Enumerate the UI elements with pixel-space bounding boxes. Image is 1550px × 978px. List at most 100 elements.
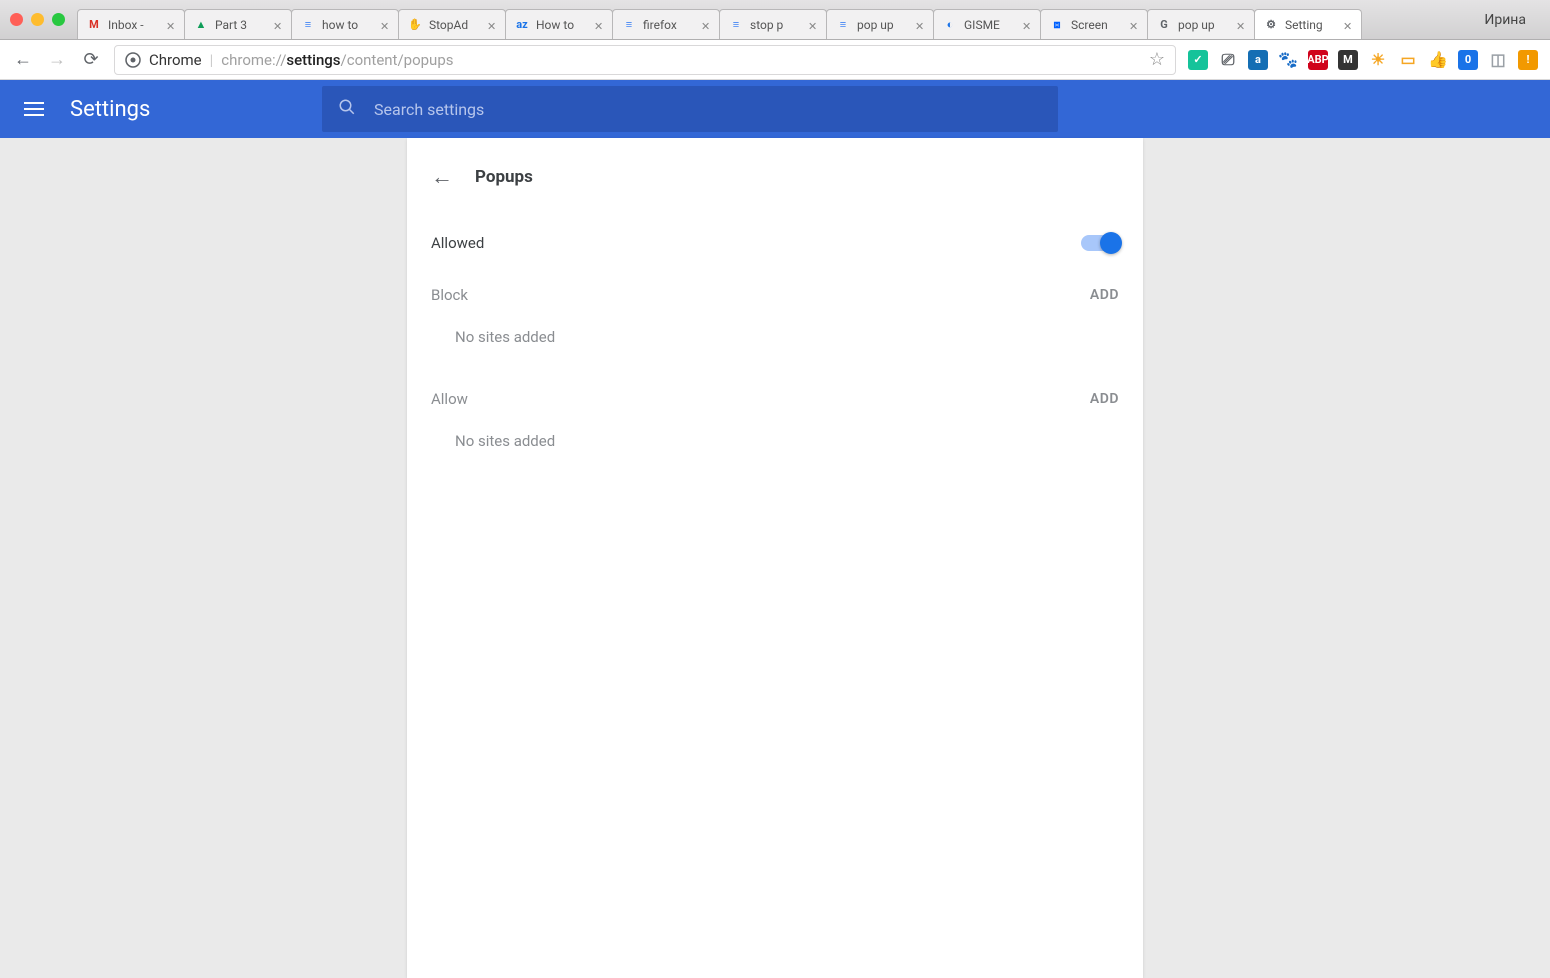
settings-search-input[interactable] [374, 100, 1042, 119]
tab-label: GISME [964, 18, 1016, 32]
tab-close-icon[interactable]: ✕ [1236, 20, 1246, 30]
window-titlebar: M Inbox - ✕ ▲ Part 3 ✕ ≡ how to ✕ ✋ StopAd ✕ az How t… [0, 0, 1550, 40]
tab-favicon: ✋ [407, 17, 423, 33]
allowed-toggle-row: Allowed [407, 216, 1143, 270]
traffic-lights [10, 13, 65, 26]
tab-close-icon[interactable]: ✕ [166, 20, 176, 30]
empty-state-text: No sites added [407, 310, 1143, 374]
forward-button[interactable]: → [46, 49, 68, 70]
tab-close-icon[interactable]: ✕ [808, 20, 818, 30]
amazon-icon[interactable]: a [1248, 50, 1268, 70]
empty-state-text: No sites added [407, 414, 1143, 478]
thumb-icon[interactable]: 👍 [1428, 50, 1448, 70]
add-button[interactable]: ADD [1090, 391, 1119, 407]
maximize-window-button[interactable] [52, 13, 65, 26]
url-text: chrome://settings/content/popups [221, 51, 453, 69]
warn-icon[interactable]: ! [1518, 50, 1538, 70]
settings-title: Settings [70, 97, 150, 122]
browser-tab[interactable]: M Inbox - ✕ [77, 9, 185, 39]
tab-label: Inbox - [108, 18, 160, 32]
archive-icon[interactable]: ◫ [1488, 50, 1508, 70]
tab-favicon: ⧈ [1049, 17, 1065, 33]
omnibox-separator: | [210, 51, 214, 69]
close-window-button[interactable] [10, 13, 23, 26]
abp-icon[interactable]: ABP [1308, 50, 1328, 70]
tab-close-icon[interactable]: ✕ [273, 20, 283, 30]
settings-canvas: ← Popups Allowed BlockADDNo sites addedA… [0, 138, 1550, 978]
grammarly-icon[interactable]: ✓ [1188, 50, 1208, 70]
browser-tab[interactable]: az How to ✕ [505, 9, 613, 39]
search-icon [338, 98, 356, 121]
browser-tab[interactable]: ≡ stop p ✕ [719, 9, 827, 39]
tab-favicon: ≡ [621, 17, 637, 33]
tab-favicon: ≡ [300, 17, 316, 33]
tab-close-icon[interactable]: ✕ [1129, 20, 1139, 30]
allowed-toggle[interactable] [1081, 235, 1119, 251]
tab-label: how to [322, 18, 374, 32]
rec-icon[interactable]: ▭ [1398, 50, 1418, 70]
browser-tab[interactable]: ✋ StopAd ✕ [398, 9, 506, 39]
minimize-window-button[interactable] [31, 13, 44, 26]
browser-tab[interactable]: ◐ GISME ✕ [933, 9, 1041, 39]
tab-favicon: ≡ [728, 17, 744, 33]
tag-icon[interactable]: 0 [1458, 50, 1478, 70]
tab-close-icon[interactable]: ✕ [594, 20, 604, 30]
tab-favicon: M [86, 17, 102, 33]
sun-icon[interactable]: ☀ [1368, 50, 1388, 70]
tab-label: Setting [1285, 18, 1337, 32]
cast-icon[interactable]: ⎚ [1218, 50, 1238, 70]
back-button[interactable]: ← [12, 49, 34, 70]
address-bar[interactable]: Chrome | chrome://settings/content/popup… [114, 45, 1176, 75]
settings-header: Settings [0, 80, 1550, 138]
tab-label: Screen [1071, 18, 1123, 32]
section-header: Allow ADD [407, 374, 1143, 414]
tab-close-icon[interactable]: ✕ [1343, 20, 1353, 30]
tab-favicon: ◐ [942, 17, 958, 33]
allowed-label: Allowed [431, 234, 484, 252]
section-label: Block [431, 286, 468, 304]
section-label: Allow [431, 390, 468, 408]
tab-label: firefox [643, 18, 695, 32]
tab-close-icon[interactable]: ✕ [915, 20, 925, 30]
tab-close-icon[interactable]: ✕ [701, 20, 711, 30]
chrome-origin-icon [125, 52, 141, 68]
browser-tab[interactable]: ▲ Part 3 ✕ [184, 9, 292, 39]
tab-favicon: az [514, 17, 530, 33]
tab-label: pop up [1178, 18, 1230, 32]
section-header: Block ADD [407, 270, 1143, 310]
browser-tab[interactable]: ⚙ Setting ✕ [1254, 9, 1362, 39]
add-button[interactable]: ADD [1090, 287, 1119, 303]
panel-back-button[interactable]: ← [431, 164, 453, 190]
reload-button[interactable]: ⟳ [80, 49, 102, 70]
extension-row: ✓ ⎚ a 🐾 ABP M ☀ ▭ 👍 0 ◫! [1188, 50, 1538, 70]
tab-favicon: G [1156, 17, 1172, 33]
tab-favicon: ⚙ [1263, 17, 1279, 33]
browser-tab[interactable]: Gpop up ✕ [1147, 9, 1255, 39]
tab-label: StopAd [429, 18, 481, 32]
browser-toolbar: ← → ⟳ Chrome | chrome://settings/content… [0, 40, 1550, 80]
tab-close-icon[interactable]: ✕ [1022, 20, 1032, 30]
paw-icon[interactable]: 🐾 [1278, 50, 1298, 70]
browser-tab[interactable]: ≡ how to ✕ [291, 9, 399, 39]
tab-label: pop up [857, 18, 909, 32]
tab-close-icon[interactable]: ✕ [487, 20, 497, 30]
panel-header: ← Popups [407, 138, 1143, 216]
profile-name[interactable]: Ирина [1470, 12, 1540, 28]
browser-tab[interactable]: ⧈ Screen ✕ [1040, 9, 1148, 39]
tab-label: Part 3 [215, 18, 267, 32]
rd-icon[interactable]: M [1338, 50, 1358, 70]
tab-favicon: ≡ [835, 17, 851, 33]
settings-search[interactable] [322, 86, 1058, 132]
panel-title: Popups [475, 167, 533, 187]
menu-button[interactable] [24, 97, 48, 121]
tab-label: How to [536, 18, 588, 32]
tab-close-icon[interactable]: ✕ [380, 20, 390, 30]
browser-tab[interactable]: ≡ pop up ✕ [826, 9, 934, 39]
browser-tab[interactable]: ≡ firefox ✕ [612, 9, 720, 39]
origin-label: Chrome [149, 51, 202, 69]
bookmark-star-icon[interactable]: ☆ [1149, 49, 1165, 70]
popups-panel: ← Popups Allowed BlockADDNo sites addedA… [407, 138, 1143, 978]
tab-label: stop p [750, 18, 802, 32]
tab-strip: M Inbox - ✕ ▲ Part 3 ✕ ≡ how to ✕ ✋ StopAd ✕ az How t… [77, 0, 1470, 39]
tab-favicon: ▲ [193, 17, 209, 33]
